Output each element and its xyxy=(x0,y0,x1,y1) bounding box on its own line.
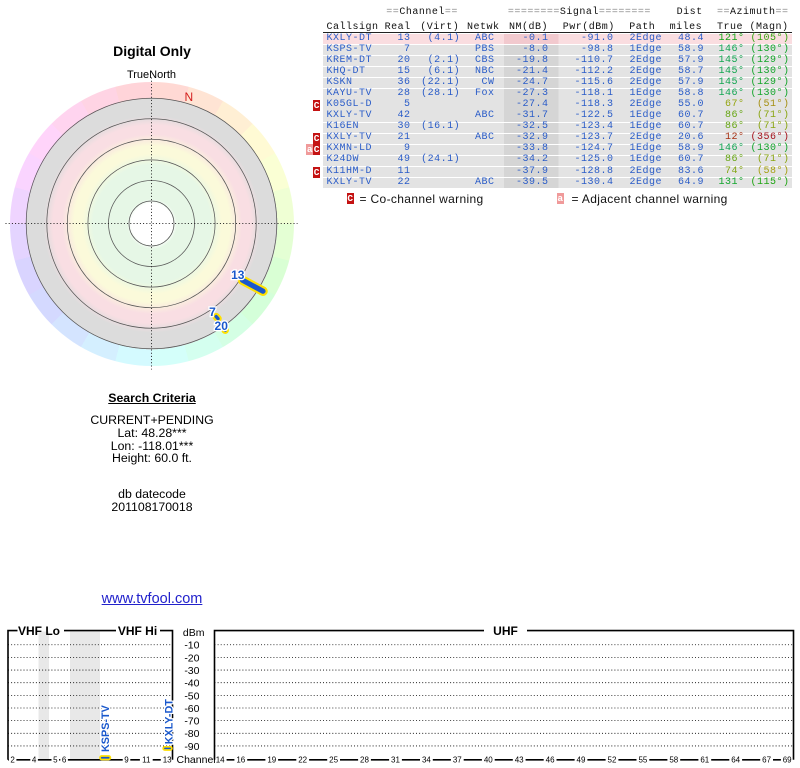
svg-text:dBm: dBm xyxy=(183,627,205,639)
svg-text:31: 31 xyxy=(391,756,400,765)
svg-text:22: 22 xyxy=(298,756,307,765)
svg-text:19: 19 xyxy=(267,756,276,765)
svg-text:-60: -60 xyxy=(184,703,199,715)
svg-text:-90: -90 xyxy=(184,741,199,753)
svg-text:25: 25 xyxy=(329,756,338,765)
svg-text:52: 52 xyxy=(608,756,617,765)
svg-text:14: 14 xyxy=(216,756,225,765)
svg-text:-10: -10 xyxy=(184,640,199,652)
svg-text:5: 5 xyxy=(53,756,58,765)
svg-text:-20: -20 xyxy=(184,652,199,664)
svg-text:20: 20 xyxy=(215,319,229,333)
svg-text:-80: -80 xyxy=(184,728,199,740)
svg-text:VHF Lo: VHF Lo xyxy=(18,624,60,638)
svg-text:9: 9 xyxy=(124,756,129,765)
svg-text:-30: -30 xyxy=(184,665,199,677)
svg-text:-40: -40 xyxy=(184,678,199,690)
svg-text:-50: -50 xyxy=(184,690,199,702)
svg-text:46: 46 xyxy=(546,756,555,765)
svg-text:69: 69 xyxy=(783,756,792,765)
svg-text:KSPS-TV: KSPS-TV xyxy=(100,704,112,752)
svg-text:UHF: UHF xyxy=(493,624,518,638)
svg-text:VHF Hi: VHF Hi xyxy=(118,624,157,638)
svg-text:6: 6 xyxy=(62,756,67,765)
svg-text:13: 13 xyxy=(163,756,172,765)
svg-text:43: 43 xyxy=(515,756,524,765)
svg-text:37: 37 xyxy=(453,756,462,765)
svg-text:KXLY-DT: KXLY-DT xyxy=(163,699,175,745)
svg-text:2: 2 xyxy=(10,756,15,765)
svg-text:55: 55 xyxy=(638,756,647,765)
svg-text:67: 67 xyxy=(762,756,771,765)
svg-text:40: 40 xyxy=(484,756,493,765)
svg-text:Channel: Channel xyxy=(177,754,216,766)
svg-text:11: 11 xyxy=(142,756,151,765)
svg-text:-70: -70 xyxy=(184,716,199,728)
svg-text:13: 13 xyxy=(231,268,245,282)
svg-text:34: 34 xyxy=(422,756,431,765)
svg-text:49: 49 xyxy=(577,756,586,765)
svg-text:58: 58 xyxy=(669,756,678,765)
svg-text:64: 64 xyxy=(731,756,740,765)
svg-text:7: 7 xyxy=(209,305,216,319)
svg-text:4: 4 xyxy=(32,756,37,765)
svg-text:61: 61 xyxy=(700,756,709,765)
svg-text:28: 28 xyxy=(360,756,369,765)
svg-text:16: 16 xyxy=(236,756,245,765)
